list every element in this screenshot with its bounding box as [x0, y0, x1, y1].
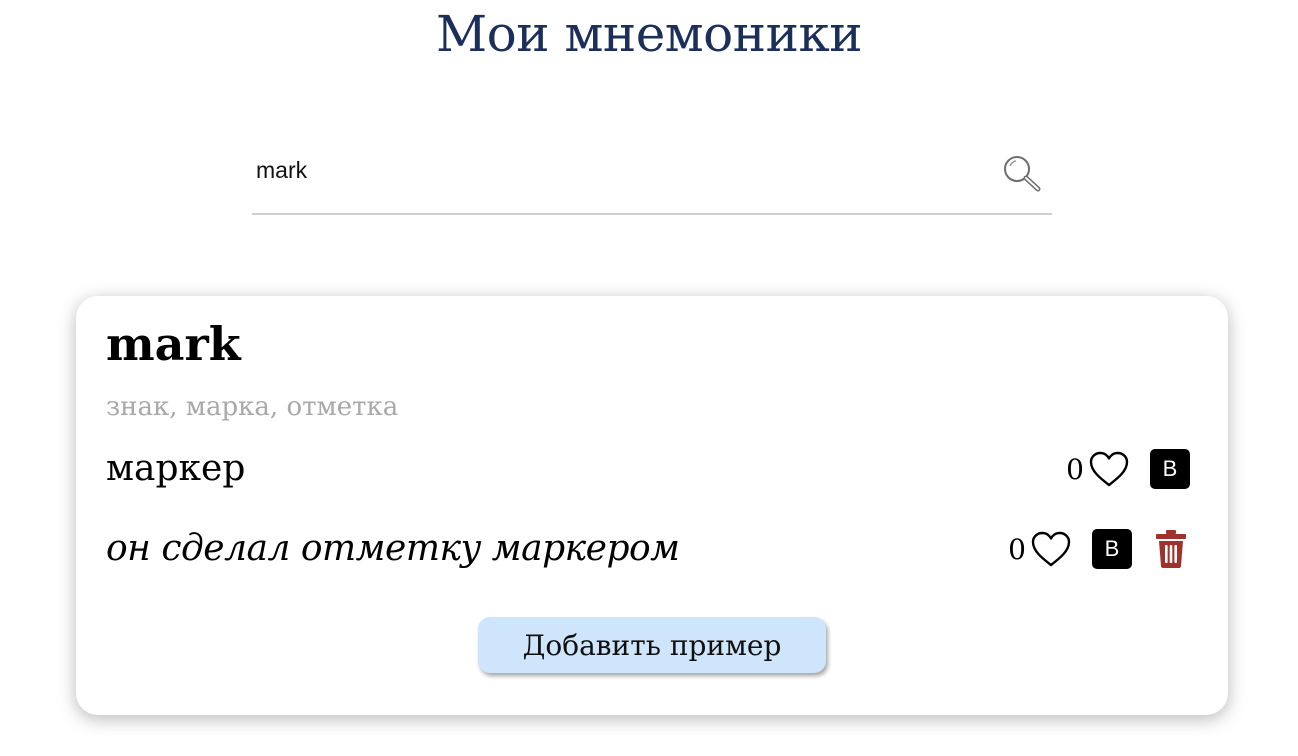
- mnemonic-actions: 0 B: [1066, 448, 1190, 490]
- b-button[interactable]: B: [1092, 529, 1132, 569]
- mnemonic-row: он сделал отметку маркером 0 B: [106, 522, 1190, 578]
- search-icon[interactable]: [1002, 154, 1042, 194]
- page-title: Мои мнемоники: [435, 5, 863, 63]
- heart-icon[interactable]: [1088, 450, 1130, 488]
- word-translation: знак, марка, отметка: [106, 392, 399, 422]
- mnemonic-text: маркер: [106, 448, 246, 489]
- trash-icon[interactable]: [1154, 529, 1188, 569]
- search-bar: [252, 140, 1052, 215]
- add-example-button[interactable]: Добавить пример: [478, 617, 826, 673]
- search-input[interactable]: [256, 150, 976, 190]
- mnemonic-text: он сделал отметку маркером: [106, 528, 680, 569]
- mnemonic-row: маркер 0 B: [106, 442, 1190, 498]
- word-title: mark: [106, 317, 241, 371]
- heart-icon[interactable]: [1030, 530, 1072, 568]
- like-count: 0: [1008, 532, 1026, 566]
- word-card: mark знак, марка, отметка маркер 0 B он …: [76, 296, 1228, 715]
- mnemonic-actions: 0 B: [1008, 528, 1190, 570]
- like-count: 0: [1066, 452, 1084, 486]
- b-button[interactable]: B: [1150, 449, 1190, 489]
